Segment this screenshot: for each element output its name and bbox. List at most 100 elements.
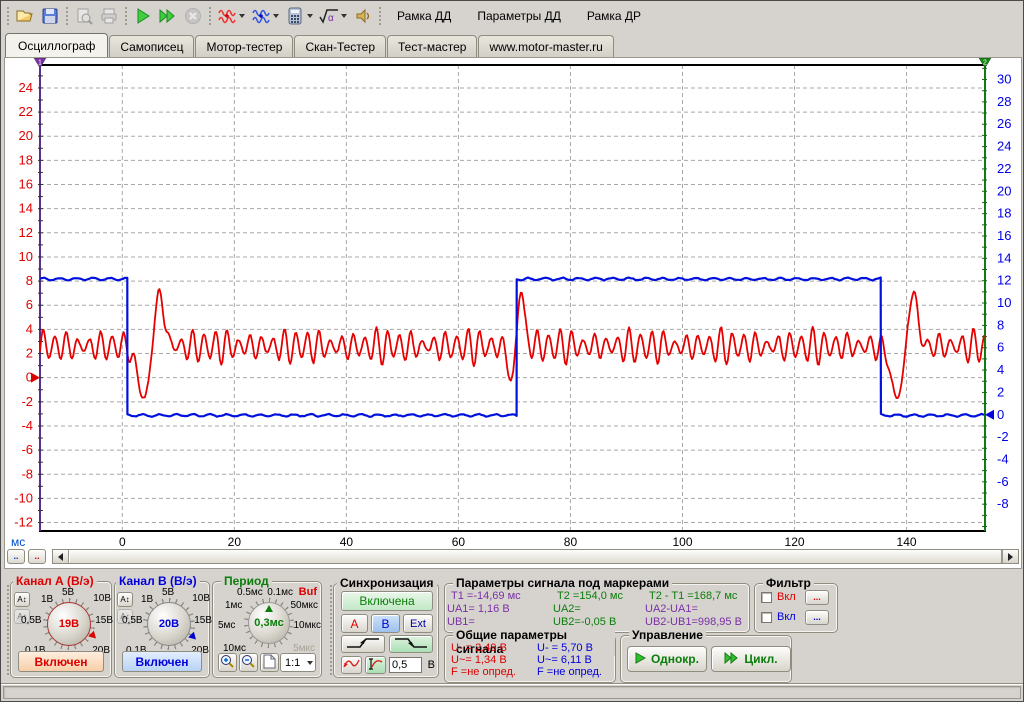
horizontal-scrollbar[interactable] (52, 549, 1019, 564)
new-page-button[interactable] (260, 653, 279, 672)
cycle-run-label: Цикл. (744, 652, 777, 666)
svg-text:2: 2 (26, 346, 33, 361)
params-dd-button[interactable]: Параметры ДД (464, 4, 574, 28)
toolbar-gripper[interactable] (207, 5, 212, 27)
knob-label: 0.5мс (237, 587, 263, 598)
svg-text:12: 12 (997, 273, 1011, 288)
falling-edge-button[interactable] (389, 635, 433, 653)
oscilloscope-plot[interactable]: 12-12-10-8-6-4-2024681012141618202224-8-… (5, 58, 1021, 548)
zoom-out-button[interactable] (239, 653, 258, 672)
marker-measurements-title: Параметры сигнала под маркерами (453, 576, 672, 590)
run-cycle-button[interactable] (155, 4, 180, 28)
play-icon (134, 7, 152, 25)
print-preview-button[interactable] (71, 4, 96, 28)
sync-enabled-button[interactable]: Включена (341, 591, 433, 611)
period-knob[interactable]: 0.5мс 0.1мс 1мс 50мкс 5мс 10мкс 10мс 5мк… (217, 588, 319, 654)
filter-b-checkbox[interactable] (761, 612, 772, 623)
dropdown-arrow-icon[interactable] (307, 661, 313, 665)
calculator-button[interactable] (282, 4, 307, 28)
run-single-button[interactable] (130, 4, 155, 28)
open-file-button[interactable] (12, 4, 37, 28)
trigger-level-icon (367, 658, 384, 673)
ub1-value: UВ1= (447, 616, 475, 628)
marker-blue-button[interactable]: .. (7, 549, 25, 564)
sync-source-b-button[interactable]: В (371, 614, 400, 633)
sound-button[interactable] (350, 4, 375, 28)
sync-source-a-button[interactable]: А (341, 614, 368, 633)
svg-text:2: 2 (997, 384, 1004, 399)
frame-dd-button[interactable]: Рамка ДД (384, 4, 464, 28)
svg-text:0: 0 (997, 407, 1004, 422)
svg-text:2: 2 (983, 60, 987, 67)
toolbar-gripper[interactable] (377, 5, 382, 27)
svg-text:140: 140 (897, 535, 917, 548)
sync-level-input[interactable] (389, 657, 422, 673)
filter-a-more-button[interactable]: ... (805, 590, 829, 605)
dropdown-arrow-icon[interactable] (239, 14, 245, 18)
channel-b-knob-value[interactable]: 20В (147, 602, 191, 646)
ua1-value: UА1= 1,16 В (447, 603, 510, 615)
fast-forward-icon (158, 7, 178, 25)
knob-label: 10В (93, 593, 111, 604)
svg-text:-6: -6 (997, 474, 1009, 489)
channel-a-on-button[interactable]: Включен (18, 651, 104, 672)
svg-text:1: 1 (38, 60, 42, 67)
zoom-in-button[interactable] (218, 653, 237, 672)
knob-label: 15В (194, 615, 212, 626)
printer-icon (100, 7, 118, 25)
toolbar-gripper[interactable] (123, 5, 128, 27)
filter-title: Фильтр (763, 576, 814, 590)
knob-pointer-icon (265, 605, 273, 612)
filter-a-label: Вкл (777, 591, 796, 603)
fast-forward-icon (724, 652, 739, 667)
filter-a-checkbox[interactable] (761, 592, 772, 603)
channel-a-range-knob[interactable]: 1В 5В 10В 15В 20В 0,1В 0,5В 19В (25, 590, 111, 654)
sync-source-ext-button[interactable]: Ext (403, 614, 433, 633)
toolbar-gripper[interactable] (5, 5, 10, 27)
svg-text:-4: -4 (997, 451, 1009, 466)
dropdown-arrow-icon[interactable] (307, 14, 313, 18)
toolbar-gripper[interactable] (64, 5, 69, 27)
print-button[interactable] (96, 4, 121, 28)
channel-b-on-button[interactable]: Включен (122, 651, 202, 672)
rising-edge-button[interactable] (341, 635, 385, 653)
channel-a-knob-value[interactable]: 19В (47, 602, 91, 646)
plot-scroll-row: .. .. (7, 548, 1019, 565)
svg-text:14: 14 (997, 250, 1011, 265)
scroll-right-button[interactable] (1002, 550, 1018, 563)
sync-panel: Синхронизация Включена А В Ext В (333, 583, 439, 678)
dropdown-arrow-icon[interactable] (273, 14, 279, 18)
svg-text:4: 4 (26, 321, 33, 336)
scroll-left-button[interactable] (53, 550, 69, 563)
math-functions-button[interactable]: α (316, 4, 341, 28)
svg-text:-10: -10 (14, 490, 33, 505)
channel-b-range-knob[interactable]: 1В 5В 10В 15В 20В 0,1В 0,5В 20В (126, 590, 210, 654)
save-button[interactable] (37, 4, 62, 28)
single-run-button[interactable]: Однокр. (627, 646, 707, 672)
tab-recorder[interactable]: Самописец (109, 35, 194, 57)
cycle-run-button[interactable]: Цикл. (711, 646, 791, 672)
frame-dr-button[interactable]: Рамка ДР (574, 4, 654, 28)
svg-text:10: 10 (997, 295, 1011, 310)
filter-b-more-button[interactable]: ... (805, 610, 829, 625)
dropdown-arrow-icon[interactable] (341, 14, 347, 18)
scale-combobox[interactable]: 1:1 (280, 653, 316, 672)
svg-text:28: 28 (997, 94, 1011, 109)
a-dc-value: U- = 2,49 В (451, 642, 507, 654)
scale-value: 1:1 (281, 657, 305, 669)
channel-b-signal-button[interactable] (248, 4, 273, 28)
oscilloscope-panel: 12-12-10-8-6-4-2024681012141618202224-8-… (4, 57, 1022, 569)
ub2-ub1-value: UВ2-UВ1=998,95 В (645, 616, 742, 628)
channel-a-signal-button[interactable] (214, 4, 239, 28)
marker-red-button[interactable]: .. (28, 549, 46, 564)
trigger-level-button[interactable] (365, 656, 386, 674)
tab-scan-tester[interactable]: Скан-Тестер (294, 35, 386, 57)
tab-oscilloscope[interactable]: Осциллограф (5, 33, 108, 57)
tab-test-master[interactable]: Тест-мастер (387, 35, 477, 57)
tab-website[interactable]: www.motor-master.ru (478, 35, 613, 57)
app-window: α Рамка ДД Параметры ДД Рамка ДР Осцилло… (0, 0, 1024, 702)
stop-button[interactable] (180, 4, 205, 28)
scrollbar-thumb[interactable] (69, 550, 1002, 563)
trigger-position-button[interactable] (341, 656, 362, 674)
tab-motor-tester[interactable]: Мотор-тестер (195, 35, 293, 57)
